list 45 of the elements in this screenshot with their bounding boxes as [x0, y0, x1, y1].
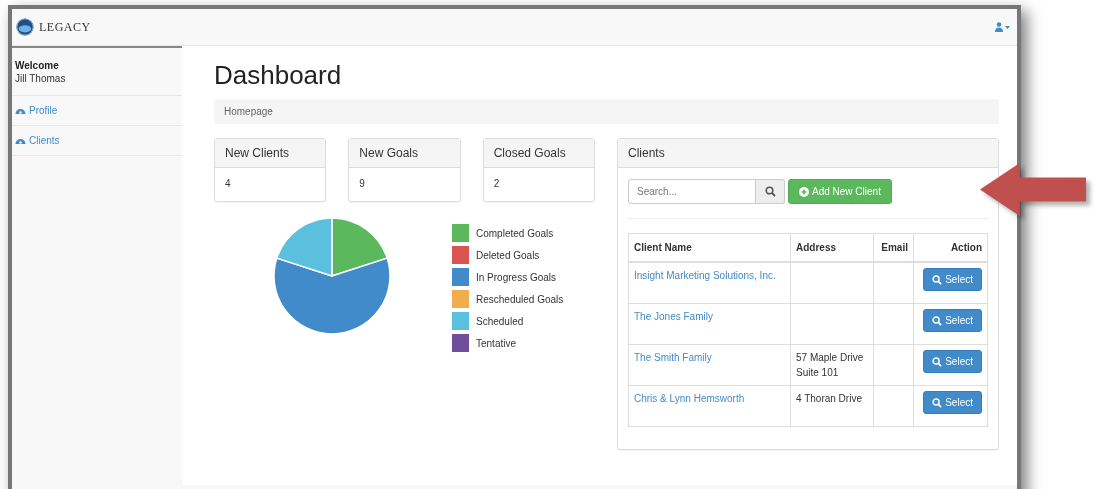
column-header: Action	[913, 233, 988, 262]
client-name-link[interactable]: The Jones Family	[634, 311, 713, 322]
panel-title: Clients	[618, 139, 998, 168]
brand-name[interactable]: LEGACY	[39, 19, 91, 35]
user-name: Jill Thomas	[15, 73, 67, 84]
select-button[interactable]: Select	[923, 391, 982, 414]
search-button[interactable]	[756, 179, 785, 204]
welcome-label: Welcome	[15, 60, 60, 71]
column-header: Address	[790, 233, 874, 262]
address-line: Suite 101	[796, 366, 840, 380]
legend-label: Rescheduled Goals	[476, 293, 564, 305]
gauge-icon	[15, 106, 26, 115]
breadcrumb-item[interactable]: Homepage	[224, 106, 273, 117]
legend-label: Scheduled	[476, 315, 524, 327]
gauge-icon	[15, 136, 26, 145]
stat-value: 2	[492, 177, 501, 191]
legend-label: Tentative	[476, 337, 517, 349]
select-button[interactable]: Select	[923, 309, 982, 332]
stat-value: 9	[358, 177, 366, 191]
stat-title: Closed Goals	[483, 139, 594, 168]
legend-label: Deleted Goals	[476, 249, 540, 261]
legend-label: Completed Goals	[476, 227, 554, 239]
search-icon	[764, 186, 776, 197]
stat-title: New Goals	[349, 139, 460, 168]
search-icon	[932, 397, 943, 408]
globe-logo-icon	[16, 18, 34, 36]
search-icon	[932, 356, 943, 367]
address-line: 57 Maple Drive	[796, 351, 865, 365]
column-header: Email	[873, 233, 914, 262]
search-icon	[932, 274, 943, 285]
client-name-link[interactable]: Chris & Lynn Hemsworth	[634, 393, 745, 404]
stat-title: New Clients	[215, 139, 326, 168]
address-line: 4 Thoran Drive	[796, 392, 863, 406]
add-client-button[interactable]: Add New Client	[788, 179, 892, 204]
legend-label: In Progress Goals	[476, 271, 557, 283]
user-menu-button[interactable]	[995, 22, 1011, 32]
search-icon	[932, 315, 943, 326]
select-button[interactable]: Select	[923, 268, 982, 291]
column-header: Client Name	[628, 233, 791, 262]
plus-circle-icon	[799, 186, 809, 197]
page-title: Dashboard	[214, 60, 343, 91]
client-name-link[interactable]: The Smith Family	[634, 352, 712, 363]
select-button[interactable]: Select	[923, 350, 982, 373]
search-field[interactable]: Search...	[628, 179, 756, 204]
stat-value: 4	[224, 177, 232, 191]
